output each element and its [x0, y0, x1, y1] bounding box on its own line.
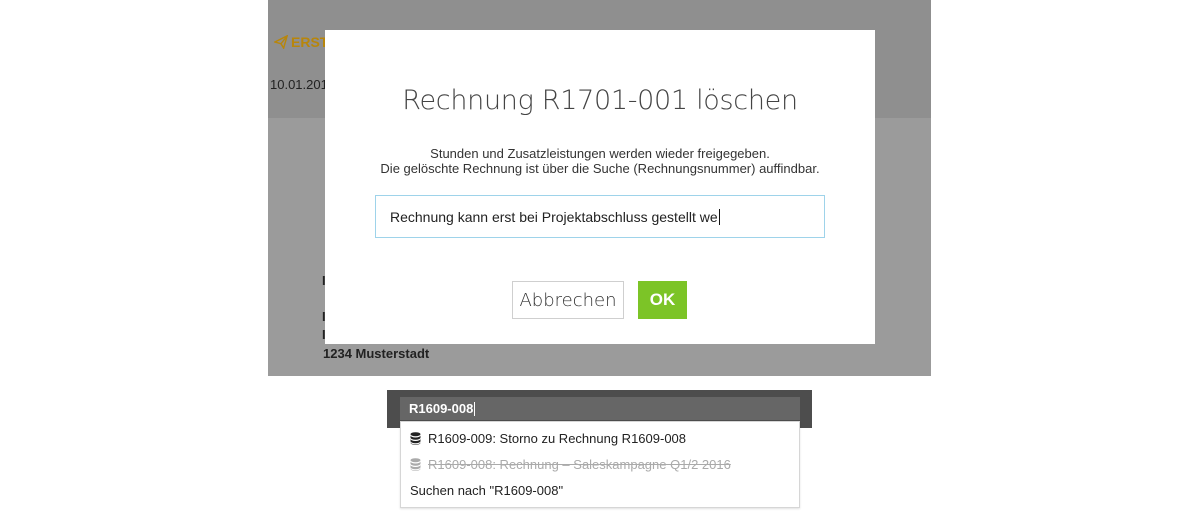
database-icon [410, 432, 421, 445]
dialog-title: Rechnung R1701-001 löschen [402, 85, 798, 116]
search-for-label: Suchen nach "R1609-008" [410, 483, 564, 498]
search-query: R1609-008 [409, 401, 474, 416]
search-for-query-item[interactable]: Suchen nach "R1609-008" [410, 483, 563, 498]
document-date: 10.01.201 [270, 77, 328, 92]
search-suggestions: R1609-009: Storno zu Rechnung R1609-008 … [400, 421, 800, 508]
suggestion-item-disabled[interactable]: R1609-008: Rechnung – Saleskampagne Q1/2… [410, 457, 731, 472]
suggestion-item[interactable]: R1609-009: Storno zu Rechnung R1609-008 [410, 431, 686, 446]
brand-label: ERST [291, 34, 329, 50]
database-icon [410, 458, 421, 471]
delete-invoice-dialog: Rechnung R1701-001 löschen Stunden und Z… [325, 30, 875, 344]
suggestion-label: R1609-008: Rechnung – Saleskampagne Q1/2… [428, 457, 731, 472]
dialog-description-line: Die gelöschte Rechnung ist über die Such… [380, 161, 820, 176]
cancel-button[interactable]: Abbrechen [512, 281, 624, 319]
text-caret [718, 208, 720, 225]
dialog-description-line: Stunden und Zusatzleistungen werden wied… [430, 146, 770, 161]
dialog-description: Stunden und Zusatzleistungen werden wied… [325, 146, 875, 176]
paper-plane-icon [274, 35, 288, 49]
delete-reason-input[interactable]: Rechnung kann erst bei Projektabschluss … [375, 195, 825, 238]
text-caret [474, 401, 476, 416]
delete-reason-value: Rechnung kann erst bei Projektabschluss … [390, 208, 718, 225]
address-city: 1234 Musterstadt [323, 346, 430, 361]
search-input[interactable]: R1609-008 [400, 397, 800, 420]
brand: ERST [274, 34, 328, 50]
suggestion-label: R1609-009: Storno zu Rechnung R1609-008 [428, 431, 687, 446]
ok-button[interactable]: OK [638, 281, 687, 319]
